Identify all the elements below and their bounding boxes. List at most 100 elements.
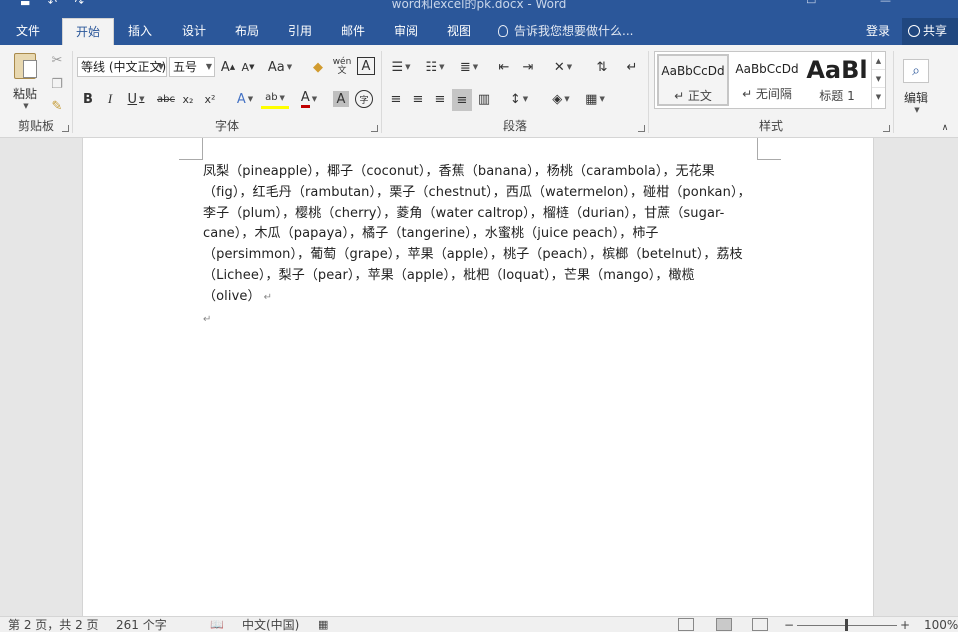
- page-count[interactable]: 第 2 页，共 2 页: [8, 617, 99, 632]
- phonetic-guide-button[interactable]: wén 文: [331, 57, 353, 77]
- clear-formatting-icon[interactable]: ◆: [309, 57, 327, 77]
- dialog-launcher-icon[interactable]: [638, 125, 645, 132]
- tab-references[interactable]: 引用: [278, 18, 322, 45]
- paragraph-group: ☰ ▼ ☷ ▼ ≣ ▼ ⇤ ⇥ ✕ ▼ ⇅ ↵ ≡ ≡ ≡ ≡ ▥ ↕ ▼ ◈ ▼ ▦ ▼ 段…: [382, 47, 648, 136]
- tab-layout[interactable]: 布局: [225, 18, 269, 45]
- sort-icon[interactable]: ⇅: [592, 57, 612, 77]
- editing-button[interactable]: ⌕ 编辑 ▼: [900, 51, 932, 121]
- character-shading-button[interactable]: A: [333, 91, 349, 107]
- chevron-down-icon: ▼: [311, 95, 318, 103]
- superscript-button[interactable]: x²: [201, 89, 219, 109]
- tab-home[interactable]: 开始: [62, 18, 114, 45]
- text-line: （Lichee），梨子（pear），苹果（apple），枇杷（loquat），芒…: [203, 267, 695, 283]
- style-heading-1[interactable]: AaBl 标题 1: [803, 54, 871, 106]
- document-body[interactable]: 凤梨（pineapple），椰子（coconut），香蕉（banana），杨桃（…: [203, 162, 763, 330]
- multilevel-list-icon[interactable]: ≣ ▼: [454, 57, 484, 77]
- tab-insert[interactable]: 插入: [118, 18, 162, 45]
- font-name-combo[interactable]: 等线 (中文正文) ▼: [77, 57, 167, 77]
- align-center-icon[interactable]: ≡: [408, 89, 428, 109]
- tab-mailings[interactable]: 邮件: [331, 18, 375, 45]
- italic-button[interactable]: I: [101, 89, 119, 109]
- style-name: ↵ 无间隔: [742, 87, 792, 101]
- dialog-launcher-icon[interactable]: [62, 125, 69, 132]
- lightbulb-icon: [498, 25, 508, 37]
- character-border-button[interactable]: A: [357, 57, 375, 75]
- increase-indent-icon[interactable]: ⇥: [518, 57, 538, 77]
- shading-icon[interactable]: ◈ ▼: [546, 89, 576, 109]
- font-color-glyph: A: [300, 90, 310, 108]
- align-left-icon[interactable]: ≡: [386, 89, 406, 109]
- language[interactable]: 中文(中国): [242, 617, 299, 632]
- caret-up-icon: ▲: [229, 63, 236, 71]
- justify-icon[interactable]: ≡: [452, 89, 472, 111]
- subscript-button[interactable]: x₂: [179, 89, 197, 109]
- ribbon-tabs: 文件 开始 插入 设计 布局 引用 邮件 审阅 视图 告诉我您想要做什么... …: [0, 18, 958, 45]
- phonetic-char-icon: 文: [337, 66, 347, 76]
- show-formatting-icon[interactable]: ↵: [622, 57, 642, 77]
- zoom-in-icon[interactable]: +: [900, 617, 910, 632]
- tab-file[interactable]: 文件: [4, 18, 52, 45]
- chevron-down-icon: ▼: [247, 95, 254, 103]
- underline-button[interactable]: U ▼: [123, 89, 149, 109]
- distributed-icon[interactable]: ▥: [474, 89, 494, 109]
- scroll-down-icon[interactable]: ▼: [872, 70, 885, 88]
- collapse-ribbon-icon[interactable]: ∧: [938, 123, 952, 133]
- document-area: 凤梨（pineapple），椰子（coconut），香蕉（banana），杨桃（…: [0, 138, 958, 616]
- title-bar: ▬ ↶ ↷ word和excel的pk.docx - Word ▭ —: [0, 0, 958, 18]
- word-count[interactable]: 261 个字: [116, 617, 167, 632]
- cut-icon[interactable]: ✂: [48, 51, 66, 69]
- styles-gallery: AaBbCcDd ↵ 正文 AaBbCcDd ↵ 无间隔 AaBl 标题 1 ▲…: [654, 51, 886, 109]
- ribbon-display-icon[interactable]: ▭: [806, 0, 816, 7]
- zoom-out-icon[interactable]: −: [784, 617, 794, 632]
- dialog-launcher-icon[interactable]: [883, 125, 890, 132]
- grow-font-button[interactable]: A ▲: [219, 57, 237, 77]
- share-button[interactable]: 共享: [902, 18, 958, 45]
- decrease-indent-icon[interactable]: ⇤: [494, 57, 514, 77]
- style-normal[interactable]: AaBbCcDd ↵ 正文: [657, 54, 729, 106]
- shrink-font-button[interactable]: A ▼: [239, 57, 257, 77]
- proofing-icon[interactable]: 📖: [210, 617, 224, 632]
- document-page[interactable]: 凤梨（pineapple），椰子（coconut），香蕉（banana），杨桃（…: [82, 138, 874, 616]
- format-painter-icon[interactable]: ✎: [48, 97, 66, 115]
- text-effects-button[interactable]: A ▼: [231, 89, 259, 109]
- login-link[interactable]: 登录: [866, 18, 890, 45]
- highlight-button[interactable]: ab ▼: [261, 89, 289, 109]
- align-right-icon[interactable]: ≡: [430, 89, 450, 109]
- text-line: cane），木瓜（papaya），橘子（tangerine），水蜜桃（juice…: [203, 226, 659, 242]
- web-layout-icon[interactable]: [752, 618, 768, 631]
- tab-design[interactable]: 设计: [172, 18, 216, 45]
- zoom-slider-thumb[interactable]: [845, 619, 848, 631]
- paste-button[interactable]: 粘贴 ▼: [6, 51, 44, 111]
- text-line: （persimmon），葡萄（grape），苹果（apple），桃子（peach…: [203, 247, 743, 263]
- scroll-up-icon[interactable]: ▲: [872, 52, 885, 70]
- dialog-launcher-icon[interactable]: [371, 125, 378, 132]
- ribbon: 粘贴 ▼ ✂ ❐ ✎ 剪贴板 等线 (中文正文) ▼ 五号 ▼ A ▲ A ▼ Aa ▼ …: [0, 45, 958, 138]
- chinese-layout-icon[interactable]: ✕ ▼: [548, 57, 578, 77]
- font-size-combo[interactable]: 五号 ▼: [169, 57, 215, 77]
- borders-icon[interactable]: ▦ ▼: [580, 89, 610, 109]
- numbering-icon[interactable]: ☷ ▼: [420, 57, 450, 77]
- tell-me-box[interactable]: 告诉我您想要做什么...: [498, 18, 633, 45]
- style-no-spacing[interactable]: AaBbCcDd ↵ 无间隔: [731, 54, 803, 106]
- copy-icon[interactable]: ❐: [48, 75, 66, 93]
- print-layout-icon[interactable]: [716, 618, 732, 631]
- strikethrough-button[interactable]: abc: [155, 89, 177, 109]
- tab-view[interactable]: 视图: [437, 18, 481, 45]
- change-case-button[interactable]: Aa ▼: [265, 57, 295, 77]
- share-label: 共享: [923, 24, 948, 38]
- font-color-button[interactable]: A ▼: [295, 89, 323, 109]
- zoom-level[interactable]: 100%: [924, 617, 958, 632]
- style-name: ↵ 正文: [674, 89, 712, 103]
- enclose-characters-button[interactable]: 字: [355, 90, 373, 108]
- macro-icon[interactable]: ▦: [318, 617, 328, 632]
- tab-review[interactable]: 审阅: [384, 18, 428, 45]
- line-spacing-icon[interactable]: ↕ ▼: [504, 89, 534, 109]
- bold-button[interactable]: B: [79, 89, 97, 109]
- style-name: 标题 1: [819, 89, 855, 103]
- bullets-icon[interactable]: ☰ ▼: [386, 57, 416, 77]
- more-styles-icon[interactable]: ▼: [872, 88, 885, 106]
- tell-me-text: 告诉我您想要做什么...: [514, 24, 634, 38]
- read-mode-icon[interactable]: [678, 618, 694, 631]
- margin-corner-mark: [757, 138, 781, 160]
- minimize-icon[interactable]: —: [880, 0, 891, 7]
